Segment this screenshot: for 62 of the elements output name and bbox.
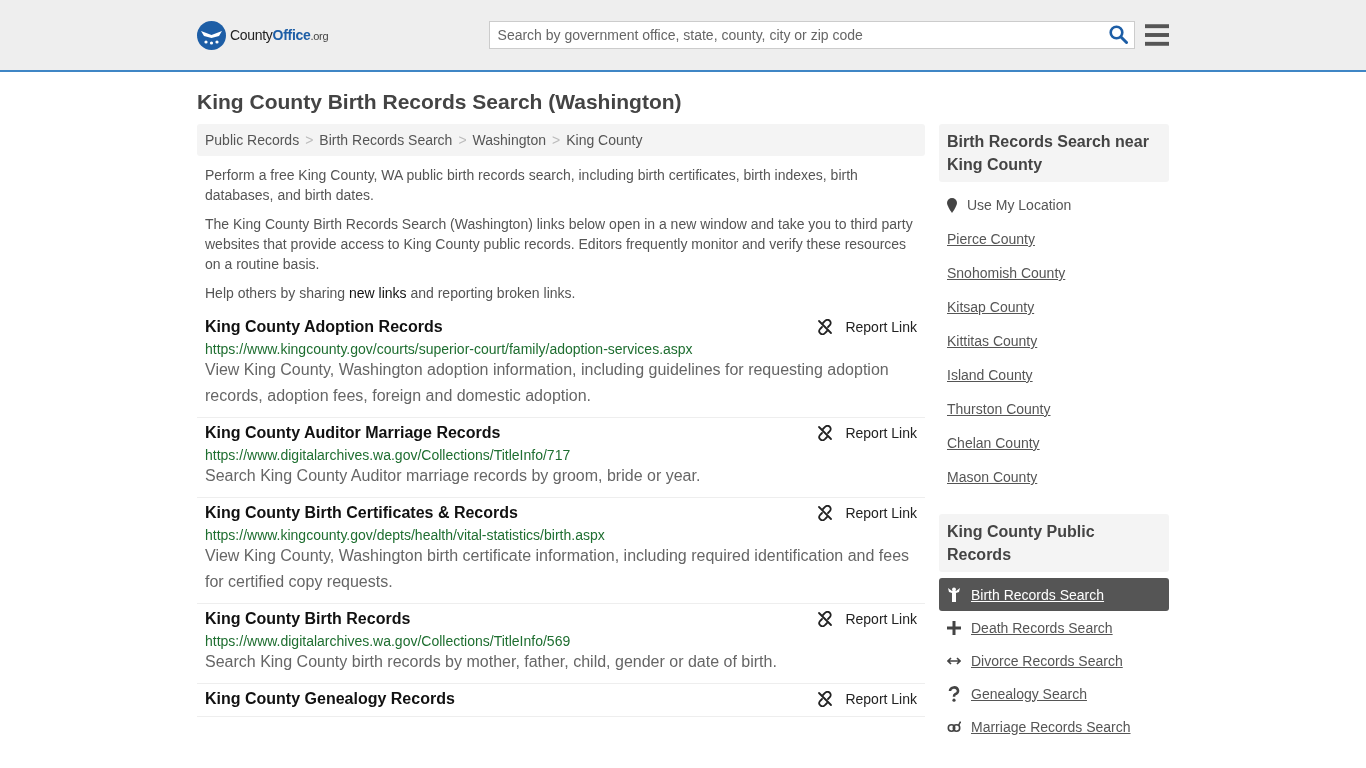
double-arrow-icon: [947, 655, 961, 666]
broken-link-icon: [817, 319, 834, 335]
record-url: https://www.digitalarchives.wa.gov/Collections/TitleInfo/569: [205, 633, 572, 649]
county-link[interactable]: Chelan County: [947, 426, 1040, 460]
sidebar-heading: King County Public Records: [939, 514, 1169, 572]
sidebar-nav-item[interactable]: Birth Records Search: [939, 578, 1169, 611]
record-title-link[interactable]: King County Auditor Marriage Records: [205, 424, 501, 442]
record-description: View King County, Washington adoption information, including guidelines for requesting adoption records, adoption fees, foreign and domestic adoption.: [205, 360, 890, 406]
broken-link-icon: [817, 505, 834, 521]
broken-link-icon: [817, 611, 834, 627]
sidebar-nav-item[interactable]: Marriage Records Search: [939, 710, 1169, 743]
intro-paragraph: Perform a free King County, WA public birth records search, including birth certificates, birth indexes, birth databases, and birth dates.: [205, 166, 859, 205]
county-link[interactable]: Island County: [947, 358, 1033, 392]
report-link[interactable]: Report Link: [817, 611, 917, 627]
gender-icon: [947, 719, 961, 734]
record-url: https://www.digitalarchives.wa.gov/Collections/TitleInfo/717: [205, 447, 572, 463]
search-field[interactable]: Search by government office, state, county, city or zip code: [488, 21, 1135, 49]
record-title-link[interactable]: King County Birth Certificates & Records: [205, 504, 518, 522]
broken-link-icon: [817, 691, 834, 707]
record-description: Search King County Auditor marriage records by groom, bride or year.: [205, 466, 702, 486]
broken-link-icon: [817, 425, 834, 441]
report-link[interactable]: Report Link: [817, 425, 917, 441]
sidebar-nav-item[interactable]: Divorce Records Search: [939, 644, 1169, 677]
breadcrumb-link[interactable]: Washington: [472, 132, 546, 148]
new-links-link[interactable]: new links: [348, 285, 407, 301]
county-link[interactable]: Kittitas County: [947, 324, 1038, 358]
baby-icon: [947, 586, 961, 603]
page-title: King County Birth Records Search (Washington): [197, 90, 683, 114]
plus-icon: [947, 620, 961, 635]
record-url: https://www.kingcounty.gov/depts/health/vital-statistics/birth.aspx: [205, 527, 606, 543]
breadcrumb-link[interactable]: King County: [566, 132, 643, 148]
record-title-link[interactable]: King County Adoption Records: [205, 318, 443, 336]
sidebar-nav-item[interactable]: Genealogy Search: [939, 677, 1169, 710]
report-link[interactable]: Report Link: [817, 319, 917, 335]
menu-icon[interactable]: [1144, 24, 1169, 46]
record-url: https://www.kingcounty.gov/courts/superior-court/family/adoption-services.aspx: [205, 341, 694, 357]
logo-text[interactable]: CountyOffice.org: [230, 27, 329, 43]
record-description: Search King County birth records by mother, father, child, gender or date of birth.: [205, 652, 778, 672]
question-icon: [947, 685, 961, 702]
county-link[interactable]: Kitsap County: [947, 290, 1035, 324]
sidebar-nav-item[interactable]: Death Records Search: [939, 611, 1169, 644]
location-pin-icon: [947, 197, 957, 213]
county-link[interactable]: Thurston County: [947, 392, 1051, 426]
record-title-link[interactable]: King County Birth Records: [205, 610, 411, 628]
breadcrumb-link[interactable]: Birth Records Search: [319, 132, 453, 148]
use-location-link[interactable]: Use My Location: [967, 197, 1072, 213]
report-link[interactable]: Report Link: [817, 691, 917, 707]
breadcrumb-separator: >: [552, 132, 561, 148]
record-description: View King County, Washington birth certificate information, including required identification and fees for certified copy requests.: [205, 546, 911, 592]
breadcrumb-separator: >: [305, 132, 314, 148]
logo-icon: [197, 20, 226, 50]
county-link[interactable]: Pierce County: [947, 222, 1035, 256]
help-paragraph: Help others by sharing new links and reporting broken links.: [205, 284, 577, 303]
county-link[interactable]: Mason County: [947, 460, 1038, 494]
breadcrumb-link[interactable]: Public Records: [205, 132, 300, 148]
intro-paragraph: The King County Birth Records Search (Washington) links below open in a new window and take you to third party websites that provide access to King County public records. Editors frequently monitor and verify these resources on a routine basis.: [205, 215, 914, 274]
sidebar-heading: Birth Records Search near King County: [939, 124, 1169, 182]
breadcrumb-separator: >: [458, 132, 467, 148]
record-title-link[interactable]: King County Genealogy Records: [205, 690, 455, 708]
county-link[interactable]: Snohomish County: [947, 256, 1066, 290]
report-link[interactable]: Report Link: [817, 505, 917, 521]
search-icon[interactable]: [1108, 25, 1128, 44]
